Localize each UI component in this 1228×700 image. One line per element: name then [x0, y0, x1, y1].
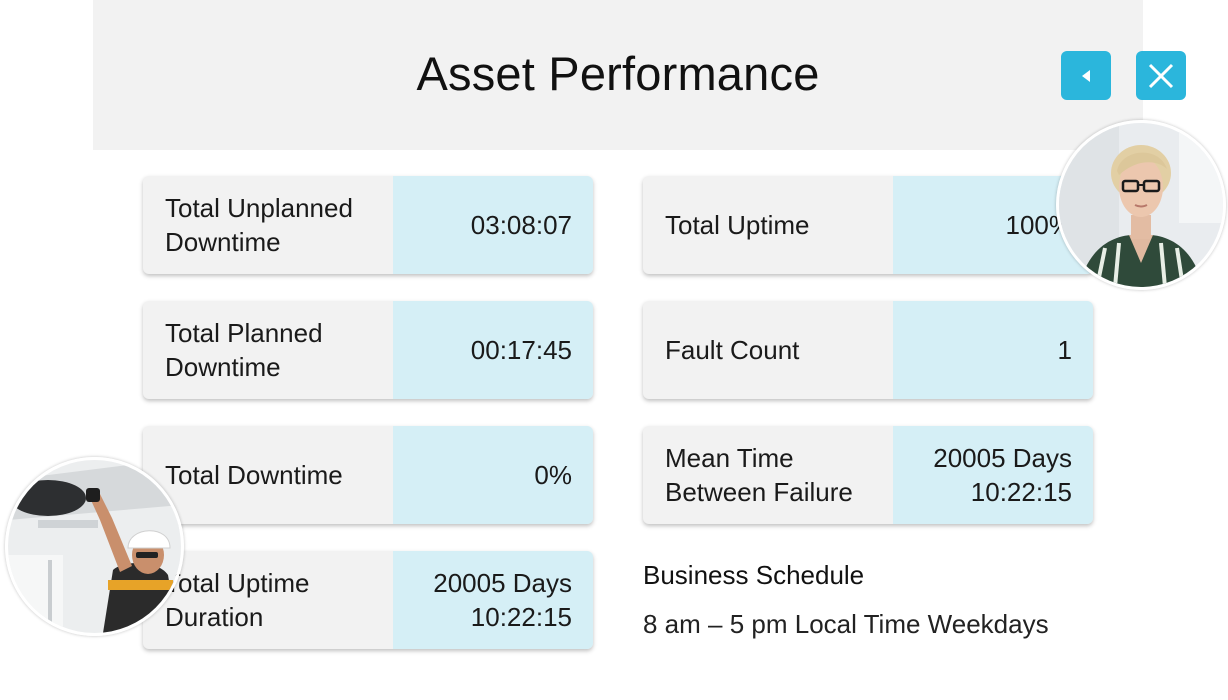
metric-label: Total Uptime	[665, 210, 810, 240]
metric-value: 03:08:07	[393, 176, 593, 274]
metric-card-mean-time-between-failure: Mean Time Between Failure 20005 Days 10:…	[643, 426, 1093, 524]
user-avatar-photo	[1056, 120, 1226, 290]
metric-label: Total Downtime	[165, 460, 343, 490]
back-button[interactable]	[1061, 51, 1111, 100]
technician-avatar-photo	[5, 457, 184, 636]
business-schedule-text: 8 am – 5 pm Local Time Weekdays	[643, 609, 1049, 639]
close-icon	[1148, 63, 1174, 88]
metric-label: Total Unplanned Downtime	[165, 193, 353, 257]
header-panel: Asset Performance	[93, 0, 1186, 150]
metric-card-total-unplanned-downtime: Total Unplanned Downtime 03:08:07	[143, 176, 593, 274]
metric-card-total-downtime: Total Downtime 0%	[143, 426, 593, 524]
close-button[interactable]	[1136, 51, 1186, 100]
metric-card-total-uptime-duration: Total Uptime Duration 20005 Days 10:22:1…	[143, 551, 593, 649]
metric-label: Fault Count	[665, 335, 800, 365]
metric-card-total-uptime: Total Uptime 100%	[643, 176, 1093, 274]
metric-label: Total Planned Downtime	[165, 318, 323, 382]
business-schedule-title: Business Schedule	[643, 560, 865, 590]
metric-value: 20005 Days 10:22:15	[393, 551, 593, 649]
metric-card-total-planned-downtime: Total Planned Downtime 00:17:45	[143, 301, 593, 399]
back-arrow-icon	[1082, 69, 1090, 82]
metric-value: 20005 Days 10:22:15	[893, 426, 1093, 524]
metric-value: 0%	[393, 426, 593, 524]
metric-value: 1	[893, 301, 1093, 399]
page-title: Asset Performance	[416, 47, 820, 100]
metric-card-fault-count: Fault Count 1	[643, 301, 1093, 399]
metric-label: Mean Time Between Failure	[665, 443, 853, 507]
metric-value: 00:17:45	[393, 301, 593, 399]
